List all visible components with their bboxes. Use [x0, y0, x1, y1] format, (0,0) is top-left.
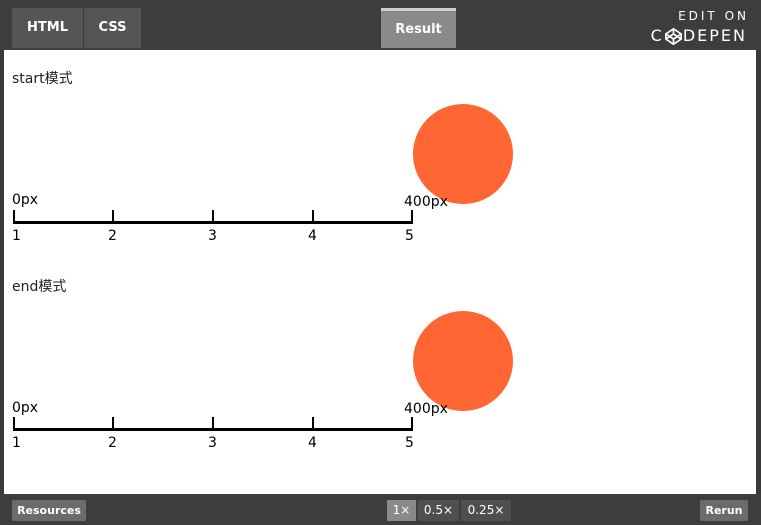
ruler-tick	[13, 210, 15, 222]
ruler-tick-label: 5	[405, 435, 414, 451]
ruler-tick-label: 1	[12, 435, 21, 451]
ruler-tick	[411, 417, 413, 429]
zoom-1x-button[interactable]: 1×	[387, 500, 416, 521]
codepen-logo: C DEPEN	[651, 27, 747, 45]
ruler-tick	[212, 417, 214, 429]
ruler-tick-label: 2	[108, 228, 117, 244]
resources-button[interactable]: Resources	[12, 500, 86, 521]
demo-title-end: end模式	[12, 279, 67, 295]
edit-on-label: EDIT ON	[678, 9, 749, 23]
ruler-tick-label: 2	[108, 435, 117, 451]
ruler-start-label: 0px	[12, 400, 39, 416]
ruler-tick-label: 4	[308, 435, 317, 451]
ruler-tick	[112, 210, 114, 222]
codepen-cube-icon	[664, 27, 682, 45]
ruler-tick-label: 3	[208, 435, 217, 451]
logo-suffix: DEPEN	[682, 26, 747, 45]
logo-prefix: C	[650, 26, 664, 45]
ruler-tick-label: 4	[308, 228, 317, 244]
ruler-tick	[13, 417, 15, 429]
result-pane: start模式 0px 400px 1 2 3 4 5 end模式 0px 40…	[4, 50, 756, 494]
bottom-toolbar: Resources 1× 0.5× 0.25× Rerun	[0, 494, 761, 525]
ruler-tick	[312, 210, 314, 222]
rerun-button[interactable]: Rerun	[700, 500, 748, 521]
ruler-tick-label: 3	[208, 228, 217, 244]
ruler-end-label: 400px	[404, 194, 448, 210]
ruler-end-label: 400px	[404, 401, 448, 417]
orange-circle	[413, 311, 513, 411]
top-toolbar: HTML CSS Result EDIT ON C DEPEN	[0, 0, 761, 50]
ruler-tick	[112, 417, 114, 429]
ruler-tick-label: 1	[12, 228, 21, 244]
tab-result[interactable]: Result	[381, 8, 456, 48]
ruler-tick	[312, 417, 314, 429]
tab-css[interactable]: CSS	[84, 8, 141, 48]
ruler-tick-label: 5	[405, 228, 414, 244]
demo-title-start: start模式	[12, 71, 73, 87]
orange-circle	[413, 104, 513, 204]
codepen-embed: HTML CSS Result EDIT ON C DEPEN start模式 …	[0, 0, 761, 525]
ruler-tick	[411, 210, 413, 222]
zoom-quarter-button[interactable]: 0.25×	[461, 500, 511, 521]
tab-html[interactable]: HTML	[12, 8, 83, 48]
ruler-start-label: 0px	[12, 192, 39, 208]
edit-on-codepen-link[interactable]: EDIT ON C DEPEN	[651, 9, 747, 45]
ruler-tick	[212, 210, 214, 222]
zoom-half-button[interactable]: 0.5×	[418, 500, 459, 521]
